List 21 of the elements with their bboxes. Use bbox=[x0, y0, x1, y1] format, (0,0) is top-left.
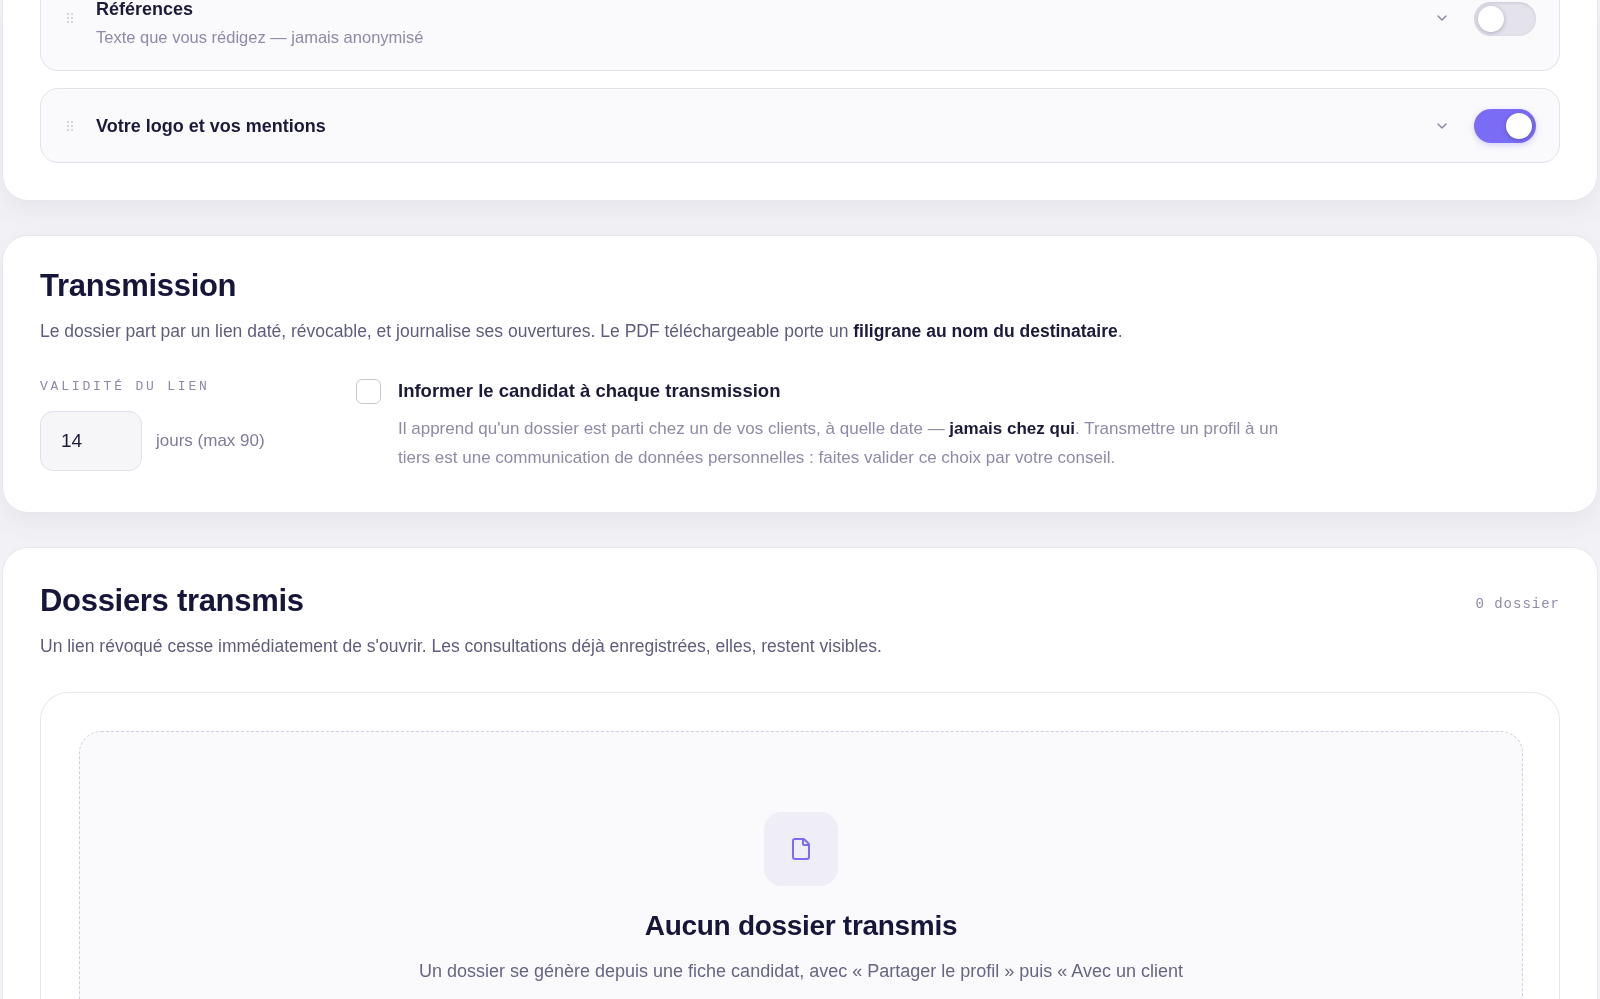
field-label: VALIDITÉ DU LIEN bbox=[40, 378, 210, 396]
toggle-switch[interactable] bbox=[1474, 108, 1536, 143]
drag-handle-icon[interactable] bbox=[67, 120, 73, 131]
description-text: Le dossier part par un lien daté, révocable, et journalise ses ouvertures. Le PDF téléchargeable porte un filigrane au nom du destinataire. bbox=[40, 320, 1123, 343]
empty-state-title: Aucun dossier transmis bbox=[644, 909, 958, 943]
toggle-switch[interactable] bbox=[1474, 2, 1536, 36]
file-icon bbox=[764, 812, 838, 886]
option-title: Votre logo et vos mentions bbox=[96, 114, 326, 138]
description-text: Un lien révoqué cesse immédiatement de s'ouvrir. Les consultations déjà enregistrées, elles, restent visibles. bbox=[40, 635, 882, 658]
drag-handle-icon[interactable] bbox=[67, 13, 73, 23]
empty-state-text: Un dossier se génère depuis une fiche candidat, avec « Partager le profil » puis « Avec un client bbox=[418, 960, 1184, 983]
unit-label: jours (max 90) bbox=[156, 431, 265, 451]
checkbox[interactable] bbox=[356, 378, 381, 404]
help-text: Il apprend qu'un dossier est parti chez un de vos clients, à quelle date — jamais chez qui. Transmettre un profil à un tiers est une communication de données personnelles : faites valider ce choix par votre conseil. bbox=[398, 418, 1280, 469]
section-title: Dossiers transmis bbox=[40, 583, 304, 619]
option-subtitle: Texte que vous rédigez — jamais anonymisé bbox=[96, 27, 424, 48]
days-input[interactable]: 14 bbox=[40, 411, 142, 471]
file-count: 0 dossier bbox=[1475, 596, 1560, 612]
option-title: Références bbox=[96, 0, 194, 18]
checkbox-label: Informer le candidat à chaque transmission bbox=[398, 379, 781, 403]
section-title: Transmission bbox=[40, 268, 237, 304]
